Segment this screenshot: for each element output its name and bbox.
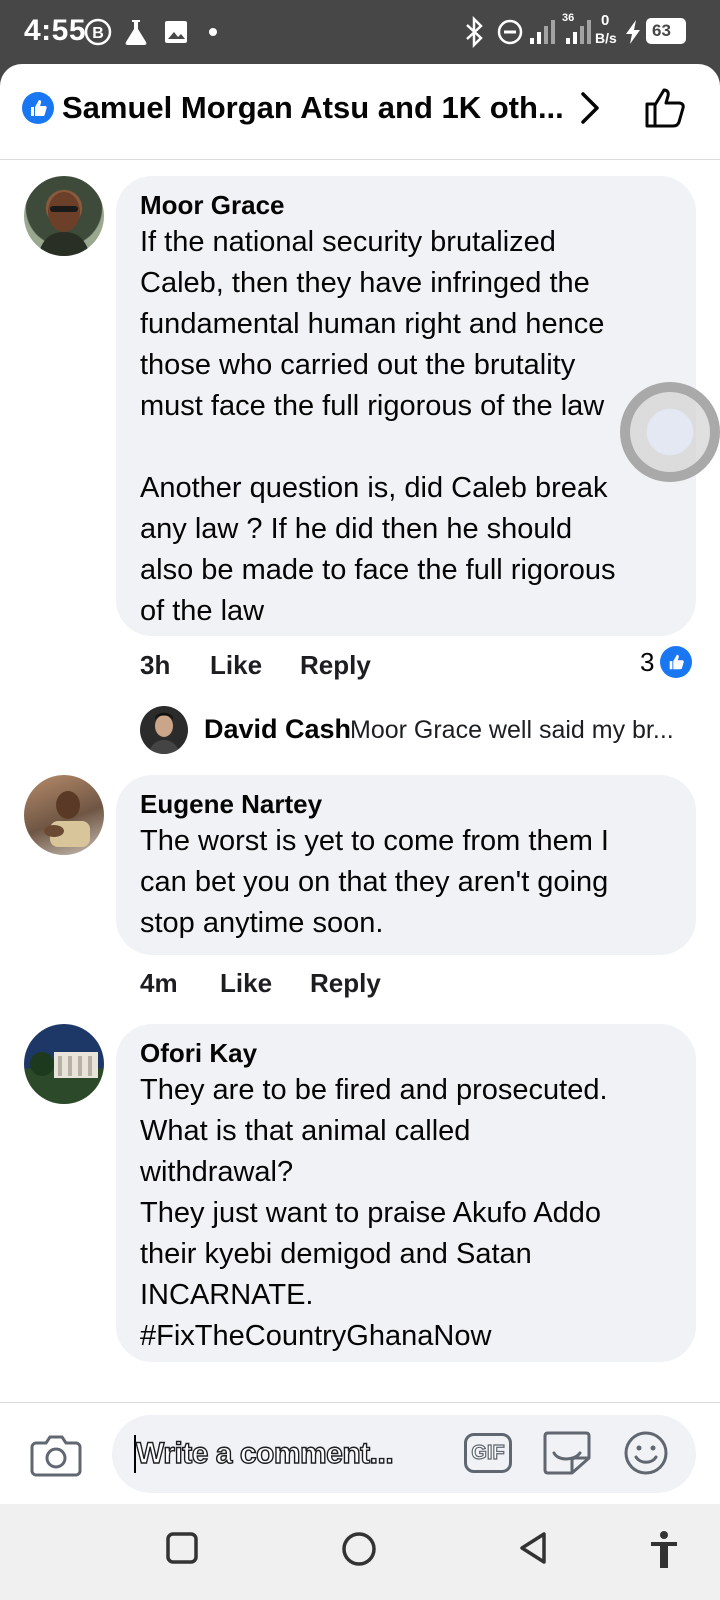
svg-text:B: B: [92, 25, 104, 42]
comment-author[interactable]: Eugene Nartey: [140, 787, 672, 821]
recent-apps-button[interactable]: [164, 1530, 200, 1566]
comment-author[interactable]: Ofori Kay: [140, 1036, 672, 1070]
comment-input[interactable]: Write a comment... GIF: [112, 1415, 696, 1493]
camera-icon[interactable]: [30, 1431, 82, 1479]
emoji-icon[interactable]: [622, 1429, 670, 1477]
reply-preview[interactable]: David Cash Moor Grace well said my br...: [140, 706, 700, 754]
comment-author[interactable]: Moor Grace: [140, 188, 672, 222]
reply-text: Moor Grace well said my br...: [350, 716, 674, 744]
battery-icon: 63: [646, 18, 686, 44]
net-speed-unit: B/s: [595, 30, 617, 46]
like-button[interactable]: Like: [210, 650, 262, 681]
chevron-right-icon[interactable]: [578, 88, 602, 128]
more-notifications-dot-icon: [209, 28, 217, 36]
gallery-icon: [165, 21, 187, 43]
comment-text: The worst is yet to come from them I can…: [140, 825, 609, 939]
comment-composer: Write a comment... GIF: [0, 1402, 720, 1504]
reply-button[interactable]: Reply: [310, 968, 381, 999]
battery-level: 63: [652, 21, 671, 40]
comment-bubble[interactable]: Ofori Kay They are to be fired and prose…: [116, 1024, 696, 1362]
do-not-disturb-icon: [497, 19, 523, 45]
avatar-david-cash: [140, 706, 188, 754]
comment-time[interactable]: 3h: [140, 650, 170, 681]
touch-indicator: [620, 382, 720, 482]
reply-button[interactable]: Reply: [300, 650, 371, 681]
avatar-moor-grace[interactable]: [24, 176, 104, 256]
accessibility-icon[interactable]: [648, 1530, 680, 1570]
comment-time[interactable]: 4m: [140, 968, 178, 999]
comment-text: If the national security brutalized Cale…: [140, 226, 616, 627]
bluetooth-icon: [466, 16, 483, 48]
home-button[interactable]: [340, 1530, 378, 1568]
reply-author: David Cash: [204, 714, 352, 744]
like-reaction-icon: [22, 92, 54, 124]
back-button[interactable]: [516, 1530, 552, 1566]
reaction-summary[interactable]: 3: [640, 646, 693, 678]
status-bar: 4:55 B 36 0 B/s 63: [0, 0, 720, 64]
system-nav-bar: [0, 1504, 720, 1600]
comment-text: They are to be fired and prosecuted. Wha…: [140, 1074, 608, 1352]
comment-bubble[interactable]: Eugene Nartey The worst is yet to come f…: [116, 775, 696, 955]
sticker-icon[interactable]: [542, 1429, 592, 1477]
comments-sheet: Samuel Morgan Atsu and 1K oth... Moor Gr…: [0, 64, 720, 1504]
bitcoin-app-icon: B: [84, 18, 112, 46]
charging-bolt-icon: [626, 20, 640, 44]
reactions-summary[interactable]: Samuel Morgan Atsu and 1K oth...: [62, 90, 564, 126]
avatar-eugene-nartey[interactable]: [24, 775, 104, 855]
network-type: 36: [562, 12, 575, 24]
reactions-header[interactable]: Samuel Morgan Atsu and 1K oth...: [0, 64, 720, 160]
flask-icon: [125, 20, 147, 45]
status-time: 4:55: [24, 14, 87, 47]
avatar-ofori-kay[interactable]: [24, 1024, 104, 1104]
net-speed-value: 0: [601, 12, 610, 29]
comment-bubble[interactable]: Moor Grace If the national security brut…: [116, 176, 696, 636]
like-badge-icon: [660, 646, 693, 678]
like-button[interactable]: Like: [220, 968, 272, 999]
thumbs-up-outline-icon[interactable]: [644, 86, 688, 130]
comment-input-placeholder: Write a comment...: [135, 1436, 394, 1470]
reaction-count: 3: [640, 646, 655, 677]
gif-button[interactable]: GIF: [464, 1433, 512, 1473]
